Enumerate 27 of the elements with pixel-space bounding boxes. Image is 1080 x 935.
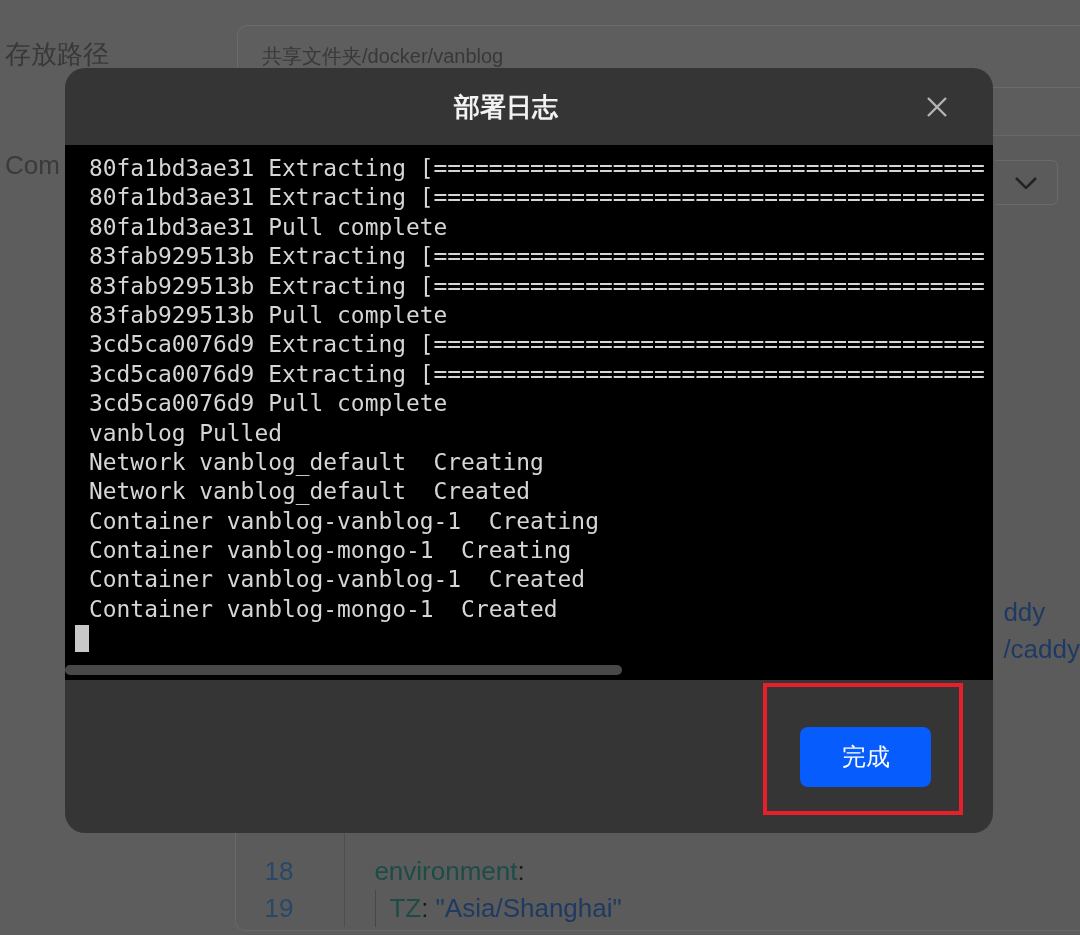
- code-line: TZ: "Asia/Shanghai": [389, 892, 622, 925]
- close-icon: [927, 96, 947, 117]
- terminal-line: 80fa1bd3ae31 Extracting [========================================: [89, 184, 985, 211]
- terminal-line: 80fa1bd3ae31 Pull complete: [89, 213, 448, 240]
- chevron-down-icon: [1015, 176, 1037, 189]
- done-button[interactable]: 完成: [800, 727, 931, 787]
- horizontal-scrollbar[interactable]: [65, 665, 622, 675]
- terminal-line: 80fa1bd3ae31 Extracting [========================================: [89, 155, 985, 181]
- terminal-line: vanblog Pulled: [89, 419, 282, 446]
- terminal-line: 3cd5ca0076d9 Pull complete: [89, 390, 448, 417]
- terminal-line: 3cd5ca0076d9 Extracting [========================================: [89, 331, 985, 358]
- dropdown-field[interactable]: [995, 160, 1058, 205]
- terminal-line: Container vanblog-vanblog-1 Creating: [89, 507, 599, 534]
- terminal-line: Container vanblog-mongo-1 Creating: [89, 537, 572, 564]
- terminal-line: 3cd5ca0076d9 Extracting [========================================: [89, 360, 985, 387]
- terminal-line: Container vanblog-vanblog-1 Created: [89, 566, 586, 593]
- terminal-line: 83fab929513b Extracting [========================================: [89, 243, 985, 270]
- terminal-line: 83fab929513b Pull complete: [89, 301, 448, 328]
- terminal-line: 83fab929513b Extracting [========================================: [89, 272, 985, 299]
- close-button[interactable]: [927, 96, 947, 117]
- terminal-line: Network vanblog_default Created: [89, 478, 530, 505]
- terminal-line: Container vanblog-mongo-1 Created: [89, 595, 558, 622]
- code-line: /caddy: [1003, 633, 1080, 666]
- code-line: environment:: [374, 855, 525, 888]
- terminal-line: Network vanblog_default Creating: [89, 448, 544, 475]
- dialog-title: 部署日志: [454, 90, 558, 124]
- code-line: ddy: [1003, 596, 1046, 629]
